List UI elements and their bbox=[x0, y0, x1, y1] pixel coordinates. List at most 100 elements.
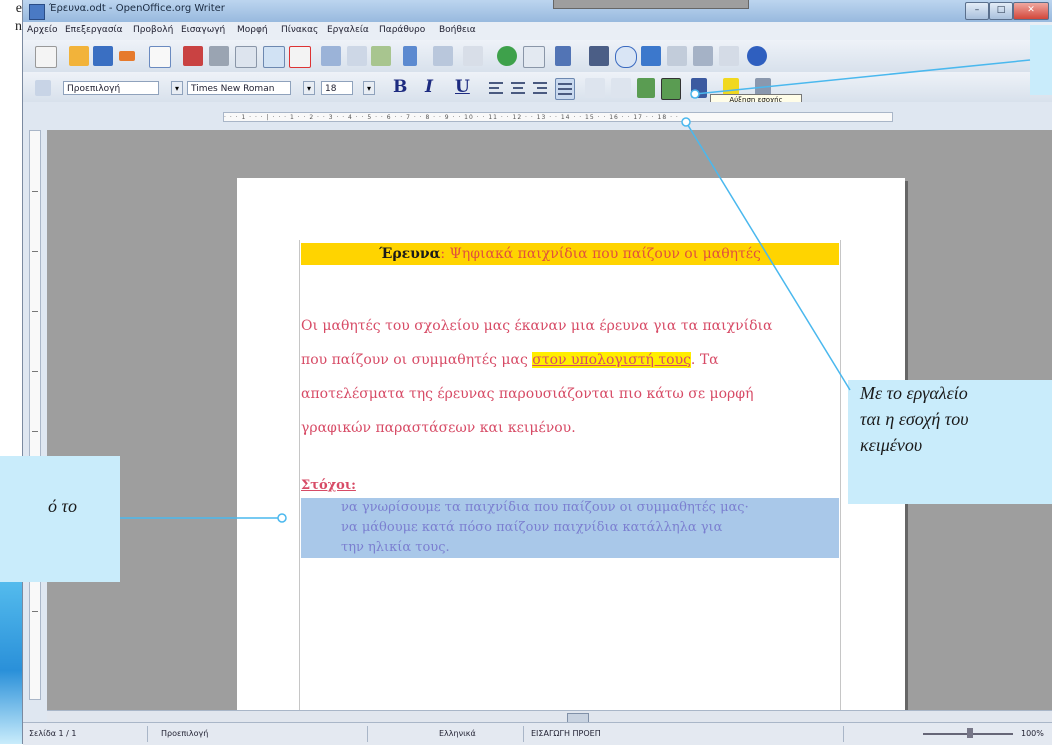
menu-view[interactable]: Προβολή bbox=[133, 25, 173, 35]
align-center-icon[interactable] bbox=[509, 78, 527, 98]
chevron-down-icon[interactable]: ▾ bbox=[363, 81, 375, 95]
hyperlink-icon[interactable] bbox=[497, 46, 517, 66]
ruler-tick bbox=[32, 431, 38, 432]
goals-label[interactable]: Στόχοι: bbox=[301, 478, 356, 493]
minimize-button[interactable]: – bbox=[965, 2, 989, 20]
menu-file[interactable]: Αρχείο bbox=[27, 25, 58, 35]
menu-table[interactable]: Πίνακας bbox=[281, 25, 318, 35]
book-margin-text: e n bbox=[0, 0, 22, 80]
table-icon[interactable] bbox=[523, 46, 545, 68]
font-color-icon[interactable] bbox=[691, 78, 707, 98]
paste-icon[interactable] bbox=[371, 46, 391, 66]
window-controls: – □ ✕ bbox=[965, 2, 1049, 20]
format-paintbrush-icon[interactable] bbox=[403, 46, 417, 66]
vertical-ruler[interactable] bbox=[29, 130, 41, 700]
maximize-button[interactable]: □ bbox=[989, 2, 1013, 20]
nonprinting-characters-icon[interactable] bbox=[693, 46, 713, 66]
copy-icon[interactable] bbox=[347, 46, 367, 66]
close-button[interactable]: ✕ bbox=[1013, 2, 1049, 20]
increase-indent-icon[interactable] bbox=[661, 78, 681, 100]
paragraph-style-dropdown[interactable]: Προεπιλογή bbox=[63, 81, 159, 95]
goal-item: να μάθουμε κατά πόσο παίζουν παιχνίδια κ… bbox=[341, 520, 723, 535]
gallery-icon[interactable] bbox=[641, 46, 661, 66]
open-folder-icon[interactable] bbox=[69, 46, 89, 66]
paragraph-line[interactable]: αποτελέσματα της έρευνας παρουσιάζονται … bbox=[301, 386, 753, 402]
standard-toolbar bbox=[23, 40, 1052, 72]
zoom-percentage[interactable]: 100% bbox=[1021, 729, 1044, 738]
menu-tools[interactable]: Εργαλεία bbox=[327, 25, 369, 35]
horizontal-ruler[interactable]: · · · 1 · · · | · · · 1 · · 2 · · 3 · · … bbox=[223, 112, 893, 122]
callout-box-right: Με το εργαλείο ται η εσοχή του κειμένου bbox=[848, 380, 1052, 504]
menu-format[interactable]: Μορφή bbox=[237, 25, 268, 35]
menu-insert[interactable]: Εισαγωγή bbox=[181, 25, 225, 35]
zoom-slider-knob[interactable] bbox=[967, 728, 973, 738]
navigator-icon[interactable] bbox=[615, 46, 637, 68]
paragraph-line[interactable]: γραφικών παραστάσεων και κειμένου. bbox=[301, 420, 576, 436]
window-title: Έρευνα.odt - OpenOffice.org Writer bbox=[49, 3, 225, 14]
language-indicator[interactable]: Ελληνικά bbox=[439, 729, 476, 738]
bullets-icon[interactable] bbox=[611, 78, 631, 98]
export-pdf-icon[interactable] bbox=[183, 46, 203, 66]
align-left-icon[interactable] bbox=[487, 78, 505, 98]
paragraph-text: . Τα bbox=[690, 352, 719, 368]
new-document-icon[interactable] bbox=[35, 46, 57, 68]
decrease-indent-icon[interactable] bbox=[637, 78, 655, 98]
send-arrow-icon[interactable] bbox=[119, 51, 135, 61]
paragraph-line[interactable]: Οι μαθητές του σχολείου μας έκαναν μια έ… bbox=[301, 318, 772, 334]
callout-box-left: ό το bbox=[0, 456, 120, 582]
ruler-tick bbox=[32, 191, 38, 192]
status-divider bbox=[523, 726, 524, 742]
status-divider bbox=[843, 726, 844, 742]
edit-file-icon[interactable] bbox=[149, 46, 171, 68]
styles-formatting-icon[interactable] bbox=[35, 80, 51, 96]
redo-icon[interactable] bbox=[463, 46, 483, 66]
document-heading[interactable]: Έρευνα: Ψηφιακά παιχνίδια που παίζουν οι… bbox=[301, 243, 839, 265]
chevron-down-icon[interactable]: ▾ bbox=[303, 81, 315, 95]
help-icon[interactable] bbox=[747, 46, 767, 66]
justify-icon[interactable] bbox=[555, 78, 575, 100]
menu-edit[interactable]: Επεξεργασία bbox=[65, 25, 123, 35]
ruler-row: · · · 1 · · · | · · · 1 · · 2 · · 3 · · … bbox=[23, 102, 1052, 128]
draw-functions-icon[interactable] bbox=[555, 46, 571, 66]
font-size-dropdown[interactable]: 18 bbox=[321, 81, 353, 95]
autospellcheck-icon[interactable] bbox=[289, 46, 311, 68]
status-divider bbox=[367, 726, 368, 742]
chevron-down-icon[interactable]: ▾ bbox=[171, 81, 183, 95]
callout-box-top bbox=[1030, 25, 1052, 95]
overlapping-window-edge bbox=[553, 0, 749, 9]
zoom-icon[interactable] bbox=[719, 46, 739, 66]
callout-line: κειμένου bbox=[860, 435, 923, 455]
save-icon[interactable] bbox=[93, 46, 113, 66]
text-boundaries bbox=[299, 240, 841, 730]
selected-text-block[interactable]: να γνωρίσουμε τα παιχνίδια που παίζουν ο… bbox=[301, 498, 839, 558]
goal-item: την ηλικία τους. bbox=[341, 540, 450, 555]
callout-line: ό το bbox=[48, 496, 77, 516]
undo-icon[interactable] bbox=[433, 46, 453, 66]
formatting-toolbar: Προεπιλογή ▾ Times New Roman ▾ 18 ▾ B I … bbox=[23, 72, 1052, 102]
underline-button[interactable]: U bbox=[455, 77, 470, 97]
page-preview-icon[interactable] bbox=[235, 46, 257, 68]
page-style[interactable]: Προεπιλογή bbox=[161, 729, 208, 738]
menu-help[interactable]: Βοήθεια bbox=[439, 25, 476, 35]
status-divider bbox=[147, 726, 148, 742]
status-bar: Σελίδα 1 / 1 Προεπιλογή Ελληνικά ΕΙΣΑΓΩΓ… bbox=[23, 722, 1052, 745]
ruler-tick bbox=[32, 611, 38, 612]
data-sources-icon[interactable] bbox=[667, 46, 687, 66]
print-icon[interactable] bbox=[209, 46, 229, 66]
ruler-tick bbox=[32, 371, 38, 372]
app-icon bbox=[29, 4, 45, 20]
find-replace-icon[interactable] bbox=[589, 46, 609, 66]
menu-window[interactable]: Παράθυρο bbox=[379, 25, 425, 35]
cut-icon[interactable] bbox=[321, 46, 341, 66]
bold-button[interactable]: B bbox=[393, 77, 407, 97]
align-right-icon[interactable] bbox=[531, 78, 549, 98]
font-name-dropdown[interactable]: Times New Roman bbox=[187, 81, 291, 95]
callout-line: ται η εσοχή του bbox=[860, 409, 969, 429]
title-bar[interactable]: Έρευνα.odt - OpenOffice.org Writer – □ ✕ bbox=[23, 0, 1052, 22]
italic-button[interactable]: I bbox=[425, 77, 433, 97]
numbering-icon[interactable] bbox=[585, 78, 605, 98]
insert-mode-indicator[interactable]: ΕΙΣΑΓΩΓΗ ΠΡΟΕΠ bbox=[531, 729, 601, 738]
spellcheck-icon[interactable] bbox=[263, 46, 285, 68]
document-page[interactable]: Έρευνα: Ψηφιακά παιχνίδια που παίζουν οι… bbox=[237, 178, 905, 730]
paragraph-line[interactable]: που παίζουν οι συμμαθητές μας στον υπολο… bbox=[301, 352, 719, 368]
